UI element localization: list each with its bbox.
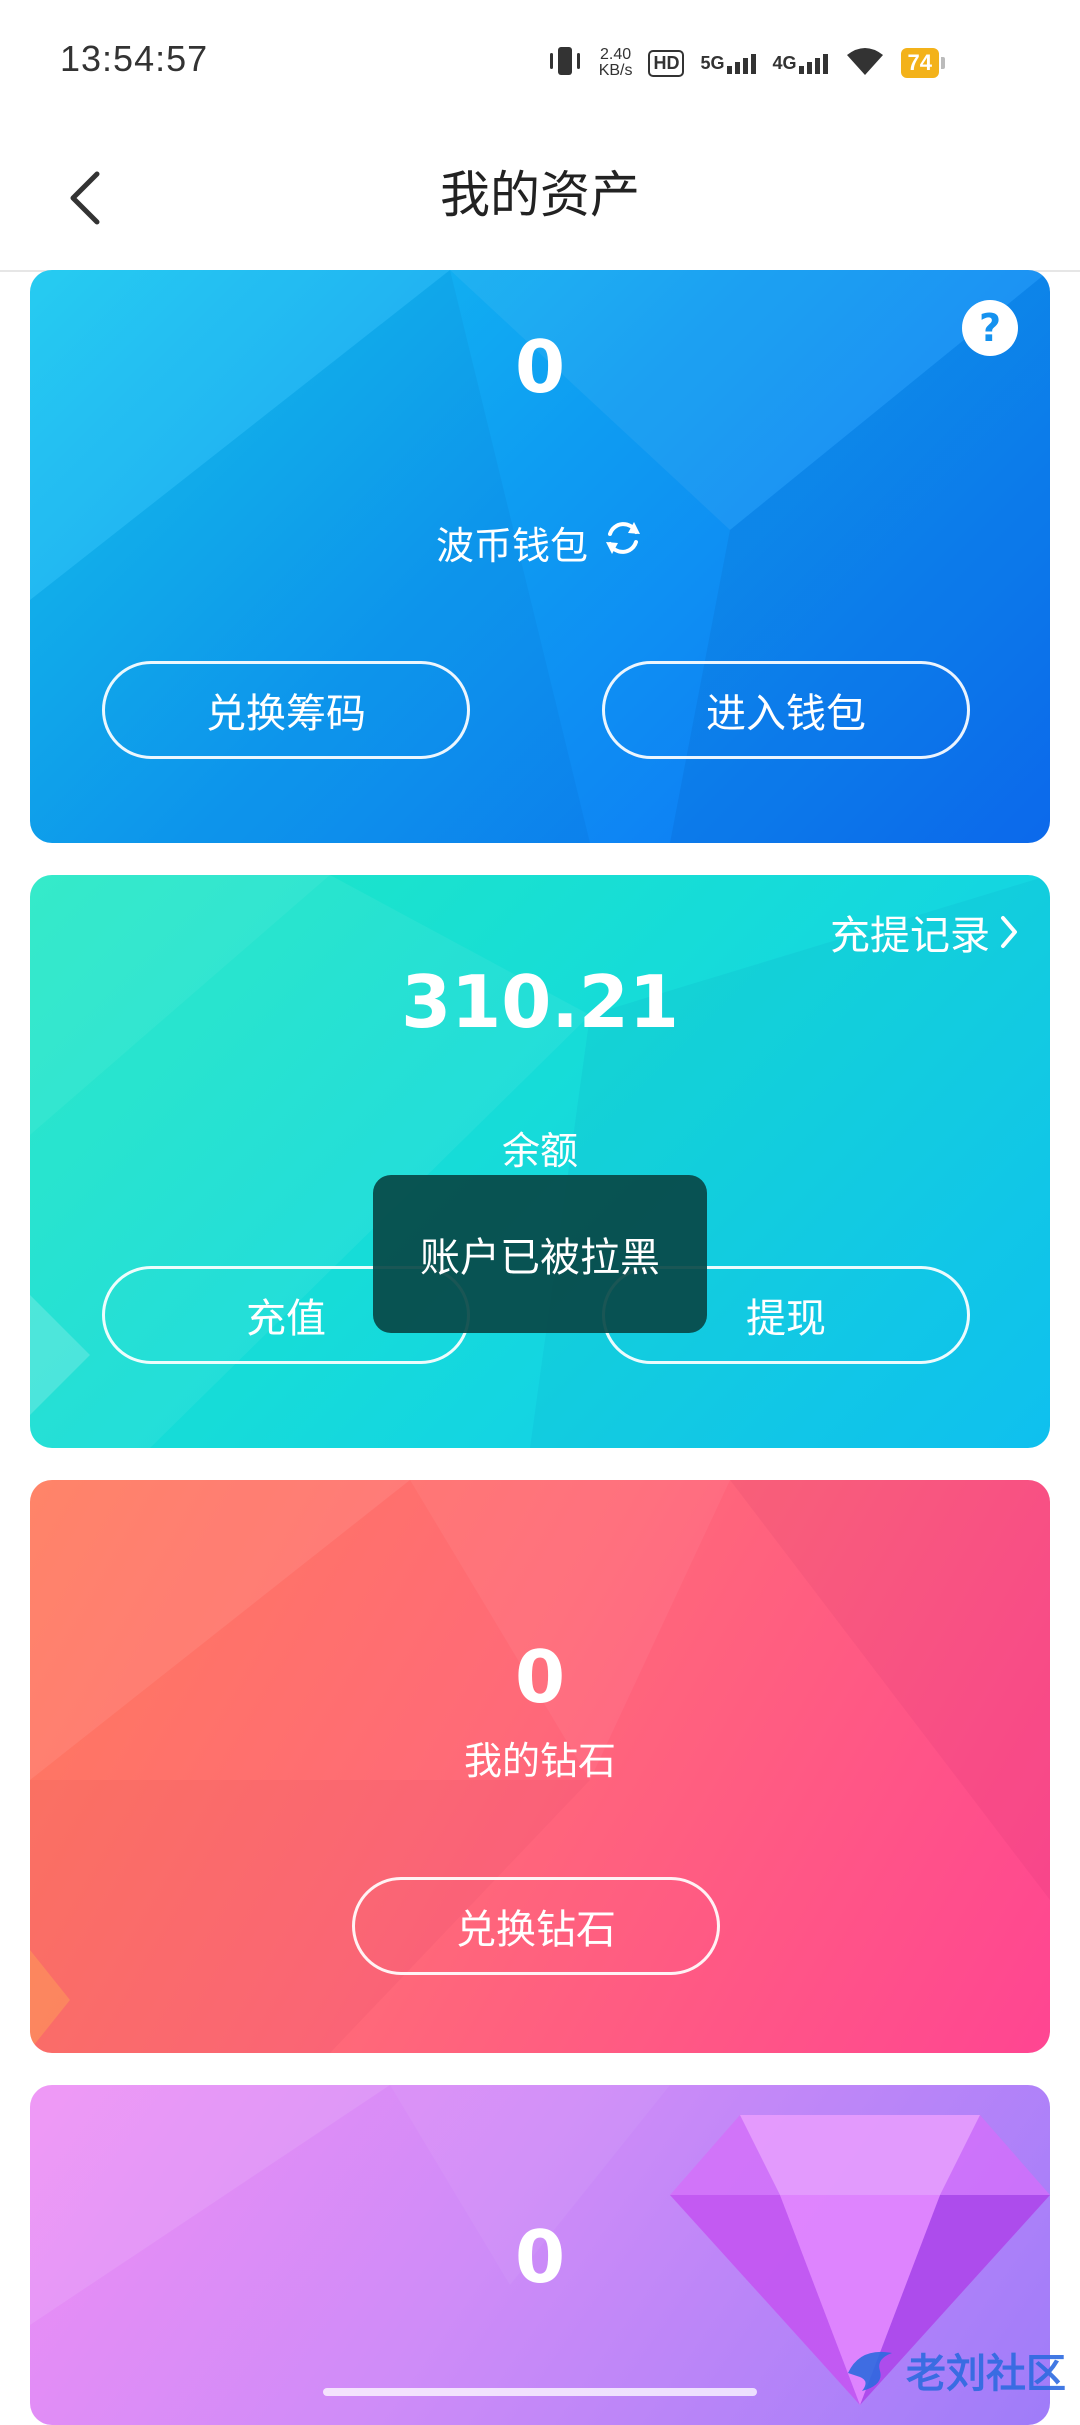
balance-label: 余额 (30, 1120, 1050, 1175)
diamond-label-text: 我的钻石 (463, 1739, 616, 1783)
page-title: 我的资产 (440, 166, 640, 224)
exchange-chips-button[interactable]: 兑换筹码 (102, 661, 470, 759)
app-header: 我的资产 (0, 125, 1080, 272)
network-5g: 5G (700, 52, 756, 74)
enter-wallet-button[interactable]: 进入钱包 (602, 661, 970, 759)
status-time: 13:54:57 (60, 38, 209, 79)
records-link[interactable]: 充提记录 (830, 903, 1020, 961)
chevron-right-icon (1001, 916, 1017, 948)
toast-message: 账户已被拉黑 (373, 1175, 707, 1333)
balance-amount: 310.21 (401, 960, 679, 1044)
net-speed: 2.40 KB/s (599, 47, 633, 79)
network-4g: 4G (773, 52, 829, 74)
diamond-amount: 0 (514, 1635, 566, 1719)
records-link-label: 充提记录 (830, 913, 990, 959)
battery-level: 74 (900, 48, 939, 78)
wifi-icon (845, 45, 885, 81)
refresh-icon[interactable] (602, 517, 644, 568)
wallet-label: 波币钱包 (435, 524, 588, 568)
battery-icon: 74 (900, 48, 945, 78)
signal-icon (798, 54, 828, 74)
home-indicator[interactable] (323, 2388, 757, 2396)
status-bar: 13:54:57 2.40 KB/s HD 5G 4G 74 (0, 0, 1080, 125)
vibrate-icon (547, 44, 583, 82)
status-icons: 2.40 KB/s HD 5G 4G 74 (547, 40, 945, 86)
signal-icon (726, 54, 756, 74)
net-speed-unit: KB/s (598, 62, 633, 79)
wallet-card: ? 0 波币钱包 兑换筹码 进入钱包 (30, 270, 1050, 843)
network-4g-label: 4G (772, 53, 797, 73)
diamond-label: 我的钻石 (30, 1730, 1050, 1785)
balance-label-text: 余额 (501, 1129, 578, 1173)
hd-badge: HD (648, 49, 685, 77)
balance-card: 充提记录 310.21 余额 充值 提现 (30, 875, 1050, 1448)
diamond-card: 0 我的钻石 兑换钻石 (30, 1480, 1050, 2053)
network-5g-label: 5G (700, 53, 725, 73)
watermark-text: 老刘社区 (906, 2351, 1066, 2397)
dragon-logo-icon (848, 2351, 892, 2391)
wallet-label-row: 波币钱包 (30, 515, 1050, 570)
exchange-diamonds-button[interactable]: 兑换钻石 (352, 1877, 720, 1975)
gem-amount: 0 (514, 2215, 566, 2299)
net-speed-value: 2.40 (600, 46, 632, 63)
watermark-logo: 老刘社区 (840, 2340, 1080, 2400)
wallet-amount: 0 (514, 325, 566, 409)
